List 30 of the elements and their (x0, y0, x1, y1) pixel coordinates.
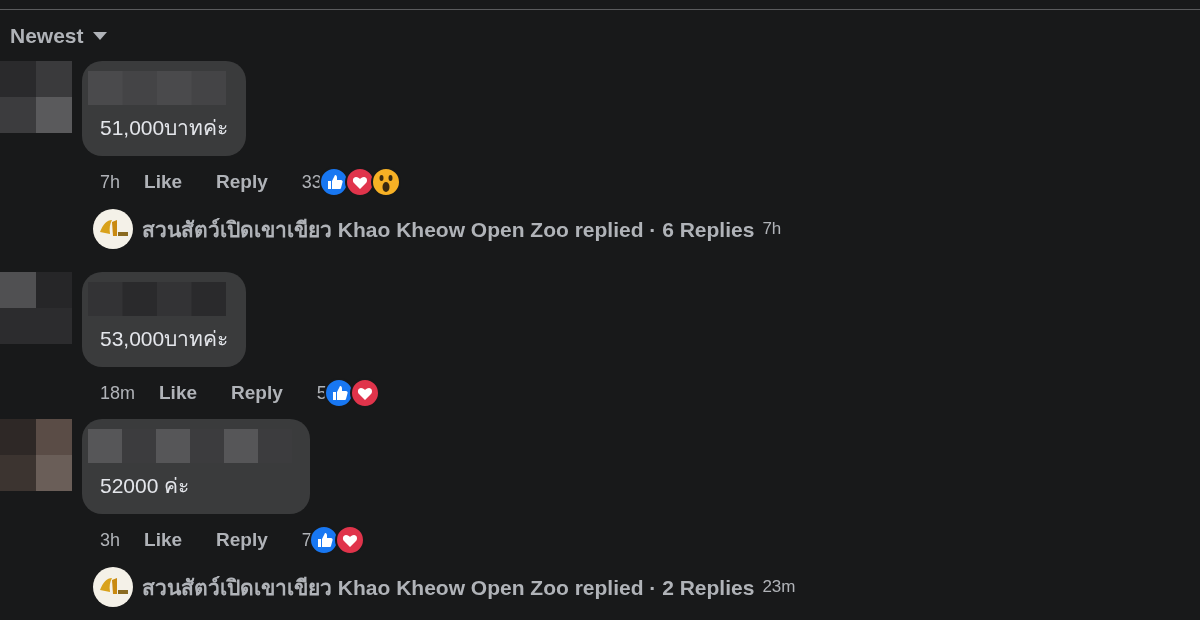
reply-time: 7h (762, 219, 782, 239)
reply-link[interactable]: Reply (216, 529, 268, 551)
comment-time: 3h (100, 529, 121, 551)
reaction-count: 7 (301, 529, 312, 551)
sort-dropdown[interactable]: Newest (0, 24, 118, 49)
zoo-logo-icon (92, 208, 134, 250)
reply-link[interactable]: Reply (231, 382, 283, 404)
heart-reaction-icon (334, 525, 365, 555)
pixelated-avatar-drawing (0, 61, 72, 133)
view-replies-link[interactable]: สวนสัตว์เปิดเขาเขียว Khao Kheow Open Zoo replied · 2 Replies (142, 570, 755, 604)
like-link[interactable]: Like (144, 171, 183, 193)
pixelated-avatar-drawing (0, 419, 72, 491)
comment-time: 7h (100, 171, 121, 193)
pixelated-avatar-drawing (0, 272, 72, 344)
comment-text: 53,000บาทค่ะ (99, 326, 229, 352)
like-link[interactable]: Like (144, 529, 183, 551)
heart-reaction-icon (344, 167, 375, 197)
reaction-count: 33 (301, 171, 322, 193)
view-replies-link[interactable]: สวนสัตว์เปิดเขาเขียว Khao Kheow Open Zoo replied · 6 Replies (142, 212, 755, 246)
zoo-logo-icon (92, 566, 134, 608)
comment-time: 18m (100, 382, 135, 404)
like-link[interactable]: Like (159, 382, 198, 404)
like-reaction-icon (318, 167, 349, 197)
reply-time: 23m (762, 577, 796, 597)
caret-icon (91, 31, 108, 42)
comment-text: 52000 ค่ะ (99, 473, 191, 499)
wow-reaction-icon (370, 167, 401, 197)
heart-reaction-icon (349, 378, 380, 408)
comment-text: 51,000บาทค่ะ (99, 115, 229, 141)
reply-link[interactable]: Reply (216, 171, 268, 193)
